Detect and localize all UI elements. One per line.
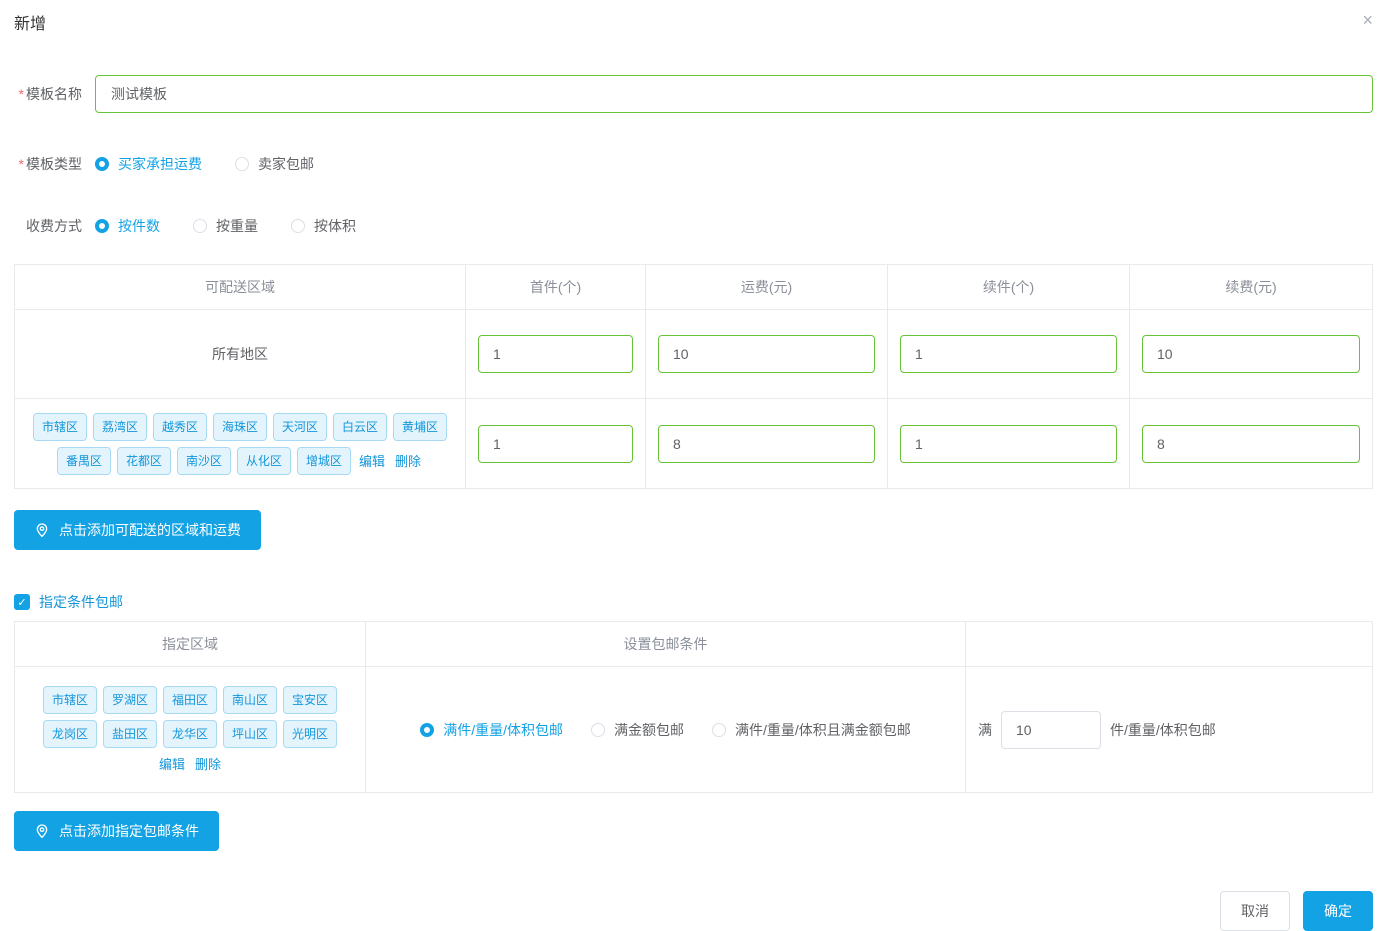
condition-row: 市辖区罗湖区福田区南山区宝安区龙岗区盐田区龙华区坪山区光明区 编辑 删除 满件/…: [15, 667, 1373, 793]
threshold-prefix: 满: [978, 720, 992, 740]
column-header-next-piece: 续件(个): [888, 265, 1130, 310]
district-tag: 增城区: [297, 447, 351, 475]
charge-method-row: 收费方式 按件数 按重量 按体积: [14, 216, 1373, 236]
radio-option[interactable]: 按重量: [193, 216, 258, 236]
fee-input[interactable]: [658, 425, 875, 463]
radio-icon: [95, 157, 109, 171]
district-tag: 白云区: [333, 413, 387, 441]
radio-option[interactable]: 满件/重量/体积且满金额包邮: [712, 720, 911, 740]
first-piece-input[interactable]: [478, 335, 633, 373]
column-header-empty: [966, 622, 1373, 667]
district-tag: 南沙区: [177, 447, 231, 475]
template-type-row: *模板类型 买家承担运费 卖家包邮: [14, 154, 1373, 174]
required-asterisk: *: [19, 86, 24, 102]
next-piece-input[interactable]: [900, 335, 1117, 373]
dialog-title: 新增: [14, 14, 1373, 36]
cancel-button[interactable]: 取消: [1220, 891, 1290, 931]
column-header-specified-area: 指定区域: [15, 622, 366, 667]
district-tag: 番禺区: [57, 447, 111, 475]
district-tag: 市辖区: [43, 686, 97, 714]
confirm-button[interactable]: 确定: [1303, 891, 1373, 931]
district-tag: 龙岗区: [43, 720, 97, 748]
district-tag-list: 市辖区荔湾区越秀区海珠区天河区白云区黄埔区番禺区花都区南沙区从化区增城区 编辑 …: [15, 404, 465, 484]
radio-option[interactable]: 买家承担运费: [95, 154, 202, 174]
free-shipping-condition-table: 指定区域 设置包邮条件 市辖区罗湖区福田区南山区宝安区龙岗区盐田区龙华区坪山区光…: [14, 621, 1373, 793]
radio-icon: [235, 157, 249, 171]
radio-option[interactable]: 卖家包邮: [235, 154, 314, 174]
condition-radio-group: 满件/重量/体积包邮 满金额包邮 满件/重量/体积且满金额包邮: [366, 720, 965, 740]
district-tag-list: 市辖区罗湖区福田区南山区宝安区龙岗区盐田区龙华区坪山区光明区 编辑 删除: [15, 677, 365, 782]
district-tag: 南山区: [223, 686, 277, 714]
charge-method-label: 收费方式: [14, 216, 82, 236]
next-fee-input[interactable]: [1142, 335, 1360, 373]
district-tag: 罗湖区: [103, 686, 157, 714]
dialog-footer: 取消 确定: [14, 891, 1373, 931]
column-header-area: 可配送区域: [15, 265, 466, 310]
template-type-label: *模板类型: [14, 154, 82, 174]
add-area-button[interactable]: 点击添加可配送的区域和运费: [14, 510, 261, 550]
threshold-suffix: 件/重量/体积包邮: [1110, 720, 1216, 740]
column-header-condition: 设置包邮条件: [366, 622, 966, 667]
radio-icon: [291, 219, 305, 233]
add-condition-button-label: 点击添加指定包邮条件: [59, 821, 199, 841]
radio-option[interactable]: 按体积: [291, 216, 356, 236]
radio-icon: [420, 723, 434, 737]
delete-link[interactable]: 删除: [195, 754, 221, 773]
template-type-radio-group: 买家承担运费 卖家包邮: [95, 154, 347, 174]
location-pin-icon: [34, 823, 50, 839]
district-tag: 盐田区: [103, 720, 157, 748]
column-header-next-fee: 续费(元): [1130, 265, 1373, 310]
district-tag: 海珠区: [213, 413, 267, 441]
charge-method-radio-group: 按件数 按重量 按体积: [95, 216, 389, 236]
location-pin-icon: [34, 522, 50, 538]
district-tag: 天河区: [273, 413, 327, 441]
add-template-dialog: 新增 × *模板名称 *模板类型 买家承担运费 卖家包邮 收费方式 按件数 按重…: [0, 0, 1387, 931]
first-piece-input[interactable]: [478, 425, 633, 463]
next-fee-input[interactable]: [1142, 425, 1360, 463]
template-name-row: *模板名称: [14, 75, 1373, 113]
checkbox-checked-icon[interactable]: ✓: [14, 594, 30, 610]
district-tag: 从化区: [237, 447, 291, 475]
radio-option[interactable]: 满金额包邮: [591, 720, 684, 740]
district-tag: 荔湾区: [93, 413, 147, 441]
radio-icon: [193, 219, 207, 233]
delete-link[interactable]: 删除: [395, 451, 421, 470]
close-icon[interactable]: ×: [1362, 10, 1373, 30]
radio-option[interactable]: 满件/重量/体积包邮: [420, 720, 563, 740]
table-row-custom-areas: 市辖区荔湾区越秀区海珠区天河区白云区黄埔区番禺区花都区南沙区从化区增城区 编辑 …: [15, 399, 1373, 489]
district-tag: 福田区: [163, 686, 217, 714]
table-row-all-areas: 所有地区: [15, 310, 1373, 399]
threshold-setting: 满 件/重量/体积包邮: [966, 711, 1372, 749]
district-tag: 越秀区: [153, 413, 207, 441]
area-cell: 所有地区: [15, 310, 466, 399]
radio-icon: [95, 219, 109, 233]
district-tag: 龙华区: [163, 720, 217, 748]
district-tag: 市辖区: [33, 413, 87, 441]
template-name-label: *模板名称: [14, 84, 82, 104]
template-name-input[interactable]: [95, 75, 1373, 113]
table-header-row: 指定区域 设置包邮条件: [15, 622, 1373, 667]
edit-link[interactable]: 编辑: [359, 451, 385, 470]
district-tag: 坪山区: [223, 720, 277, 748]
required-asterisk: *: [19, 156, 24, 172]
radio-option[interactable]: 按件数: [95, 216, 160, 236]
district-tag: 光明区: [283, 720, 337, 748]
conditional-free-shipping-row: ✓ 指定条件包邮: [14, 592, 1373, 612]
add-area-button-label: 点击添加可配送的区域和运费: [59, 520, 241, 540]
shipping-fee-table: 可配送区域 首件(个) 运费(元) 续件(个) 续费(元) 所有地区 市辖区荔湾…: [14, 264, 1373, 489]
district-tag: 花都区: [117, 447, 171, 475]
column-header-fee: 运费(元): [646, 265, 888, 310]
district-tag: 黄埔区: [393, 413, 447, 441]
district-tag: 宝安区: [283, 686, 337, 714]
edit-link[interactable]: 编辑: [159, 754, 185, 773]
radio-icon: [712, 723, 726, 737]
add-condition-button[interactable]: 点击添加指定包邮条件: [14, 811, 219, 851]
radio-icon: [591, 723, 605, 737]
table-header-row: 可配送区域 首件(个) 运费(元) 续件(个) 续费(元): [15, 265, 1373, 310]
fee-input[interactable]: [658, 335, 875, 373]
column-header-first-piece: 首件(个): [466, 265, 646, 310]
conditional-free-shipping-label[interactable]: 指定条件包邮: [39, 592, 123, 612]
next-piece-input[interactable]: [900, 425, 1117, 463]
threshold-input[interactable]: [1001, 711, 1101, 749]
